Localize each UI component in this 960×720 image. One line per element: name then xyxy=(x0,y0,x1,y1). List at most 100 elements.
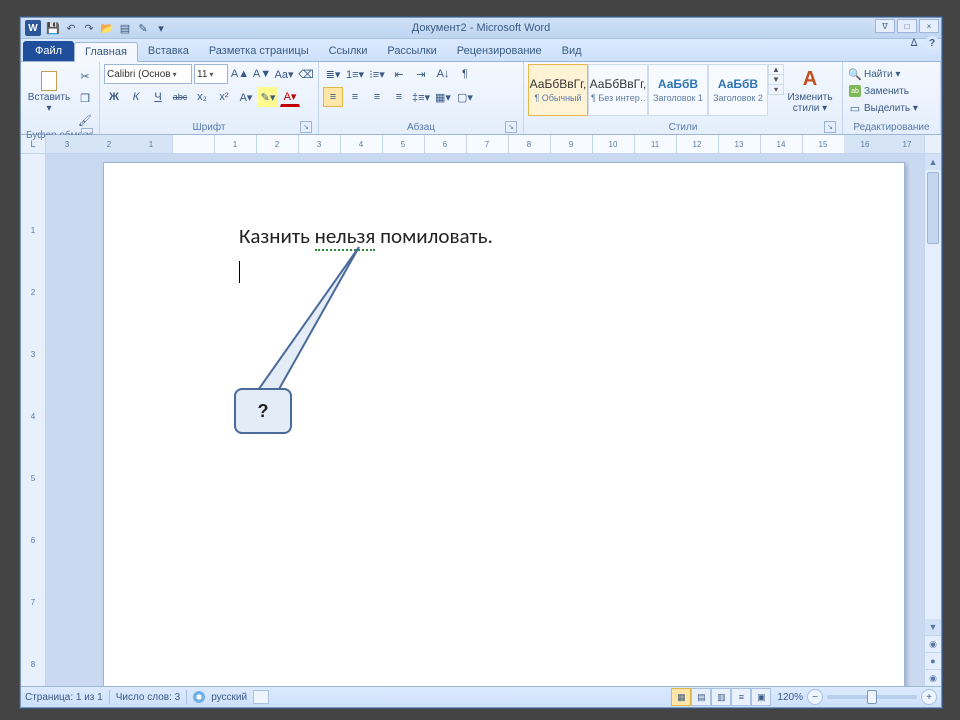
bullets-icon[interactable]: ≣▾ xyxy=(323,64,343,84)
view-full-read[interactable]: ▤ xyxy=(691,688,711,706)
scroll-track[interactable] xyxy=(925,170,941,619)
minimize-button[interactable]: ᐁ xyxy=(875,19,895,33)
change-case-icon[interactable]: Aa▾ xyxy=(274,64,294,84)
scroll-thumb[interactable] xyxy=(927,172,939,244)
increase-indent-icon[interactable]: ⇥ xyxy=(411,64,431,84)
word-window: W 💾 ↶ ↷ 📂 ▤ ✎ ▾ Документ2 - Microsoft Wo… xyxy=(20,17,942,708)
styles-up-icon[interactable]: ▲ xyxy=(769,65,783,75)
styles-more-icon[interactable]: ▾ xyxy=(769,85,783,94)
font-size-combo[interactable]: 11▾ xyxy=(194,64,228,84)
status-page[interactable]: Страница: 1 из 1 xyxy=(25,692,103,703)
multilevel-icon[interactable]: ⁝≡▾ xyxy=(367,64,387,84)
next-page-icon[interactable]: ◉ xyxy=(925,669,941,686)
help-icon[interactable]: ? xyxy=(925,36,939,50)
browse-object-icon[interactable]: ● xyxy=(925,652,941,669)
close-button[interactable]: × xyxy=(919,19,939,33)
font-color-icon[interactable]: A▾ xyxy=(280,88,300,107)
paragraph-launcher-icon[interactable]: ↘ xyxy=(505,121,517,133)
style-no-spacing[interactable]: АаБбВвГг,¶ Без интер… xyxy=(588,64,648,116)
ribbon-minimize-icon[interactable]: ᐃ xyxy=(907,36,921,50)
qat-save-icon[interactable]: 💾 xyxy=(45,20,61,36)
numbering-icon[interactable]: 1≡▾ xyxy=(345,64,365,84)
status-language[interactable]: русский xyxy=(211,692,247,703)
style-normal[interactable]: АаБбВвГг,¶ Обычный xyxy=(528,64,588,116)
qat-open-icon[interactable]: 📂 xyxy=(99,20,115,36)
scroll-down-icon[interactable]: ▼ xyxy=(925,619,941,635)
scroll-up-icon[interactable]: ▲ xyxy=(925,154,941,170)
show-marks-icon[interactable]: ¶ xyxy=(455,64,475,84)
style-heading2[interactable]: АаБбВЗаголовок 2 xyxy=(708,64,768,116)
font-launcher-icon[interactable]: ↘ xyxy=(300,121,312,133)
grammar-squiggle[interactable]: нельзя xyxy=(315,223,376,251)
zoom-out-button[interactable]: − xyxy=(807,689,823,705)
shading-icon[interactable]: ▦▾ xyxy=(433,87,453,107)
tab-insert[interactable]: Вставка xyxy=(138,41,199,61)
text-effects-icon[interactable]: A▾ xyxy=(236,87,256,107)
tab-view[interactable]: Вид xyxy=(552,41,592,61)
align-left-button[interactable]: ≡ xyxy=(323,87,343,107)
tab-layout[interactable]: Разметка страницы xyxy=(199,41,319,61)
tab-review[interactable]: Рецензирование xyxy=(447,41,552,61)
horizontal-ruler[interactable]: 3211234567891011121314151617 xyxy=(46,135,924,153)
copy-icon[interactable]: ❐ xyxy=(75,88,95,108)
strike-button[interactable]: abc xyxy=(170,87,190,107)
view-outline[interactable]: ≡ xyxy=(731,688,751,706)
shrink-font-icon[interactable]: A▼ xyxy=(252,64,272,84)
zoom-in-button[interactable]: + xyxy=(921,689,937,705)
font-name-combo[interactable]: Calibri (Основ▾ xyxy=(104,64,192,84)
decrease-indent-icon[interactable]: ⇤ xyxy=(389,64,409,84)
tab-home[interactable]: Главная xyxy=(74,42,138,62)
paste-button[interactable]: Вставить▾ xyxy=(25,64,73,114)
vertical-ruler[interactable]: 12345678 xyxy=(21,154,46,686)
select-button[interactable]: ▭Выделить ▾ xyxy=(847,100,920,116)
qat-customize-icon[interactable]: ▾ xyxy=(153,20,169,36)
page-viewport[interactable]: Казнить нельзя помиловать. ? xyxy=(46,154,924,686)
borders-icon[interactable]: ▢▾ xyxy=(455,87,475,107)
qat-undo-icon[interactable]: ↶ xyxy=(63,20,79,36)
align-right-button[interactable]: ≡ xyxy=(367,87,387,107)
ruler-tick: 9 xyxy=(550,135,593,153)
qat-quickprint-icon[interactable]: ✎ xyxy=(135,20,151,36)
page[interactable]: Казнить нельзя помиловать. ? xyxy=(103,162,905,686)
clear-format-icon[interactable]: ⌫ xyxy=(296,64,316,84)
ruler-tick: 15 xyxy=(802,135,845,153)
tab-references[interactable]: Ссылки xyxy=(319,41,378,61)
view-web[interactable]: ▥ xyxy=(711,688,731,706)
style-heading1[interactable]: АаБбВЗаголовок 1 xyxy=(648,64,708,116)
format-painter-icon[interactable]: 🖌 xyxy=(75,110,95,130)
zoom-value[interactable]: 120% xyxy=(777,692,803,703)
ruler-toggle-icon[interactable] xyxy=(924,135,941,153)
replace-button[interactable]: abЗаменить xyxy=(847,83,920,99)
qat-redo-icon[interactable]: ↷ xyxy=(81,20,97,36)
subscript-button[interactable]: x₂ xyxy=(192,87,212,107)
view-print-layout[interactable]: ▦ xyxy=(671,688,691,706)
line-spacing-icon[interactable]: ‡≡▾ xyxy=(411,87,431,107)
zoom-slider-thumb[interactable] xyxy=(867,690,877,704)
justify-button[interactable]: ≡ xyxy=(389,87,409,107)
cut-icon[interactable]: ✂ xyxy=(75,66,95,86)
vruler-tick: 3 xyxy=(21,350,45,359)
maximize-button[interactable]: □ xyxy=(897,19,917,33)
align-center-button[interactable]: ≡ xyxy=(345,87,365,107)
change-styles-button[interactable]: A Изменить стили ▾ xyxy=(784,64,836,114)
highlight-icon[interactable]: ✎▾ xyxy=(258,87,278,107)
prev-page-icon[interactable]: ◉ xyxy=(925,635,941,652)
styles-down-icon[interactable]: ▼ xyxy=(769,75,783,85)
view-draft[interactable]: ▣ xyxy=(751,688,771,706)
status-words[interactable]: Число слов: 3 xyxy=(116,692,180,703)
zoom-slider[interactable] xyxy=(827,695,917,699)
qat-new-icon[interactable]: ▤ xyxy=(117,20,133,36)
file-tab[interactable]: Файл xyxy=(23,41,74,61)
document-text[interactable]: Казнить нельзя помиловать. xyxy=(239,223,493,249)
sort-icon[interactable]: A↓ xyxy=(433,64,453,84)
insert-mode-icon[interactable] xyxy=(253,690,269,704)
superscript-button[interactable]: x² xyxy=(214,87,234,107)
styles-launcher-icon[interactable]: ↘ xyxy=(824,121,836,133)
italic-button[interactable]: К xyxy=(126,87,146,107)
callout-box[interactable]: ? xyxy=(234,388,292,434)
underline-button[interactable]: Ч xyxy=(148,87,168,107)
tab-mailings[interactable]: Рассылки xyxy=(377,41,446,61)
grow-font-icon[interactable]: A▲ xyxy=(230,64,250,84)
find-button[interactable]: 🔍Найти ▾ xyxy=(847,66,920,82)
bold-button[interactable]: Ж xyxy=(104,87,124,107)
